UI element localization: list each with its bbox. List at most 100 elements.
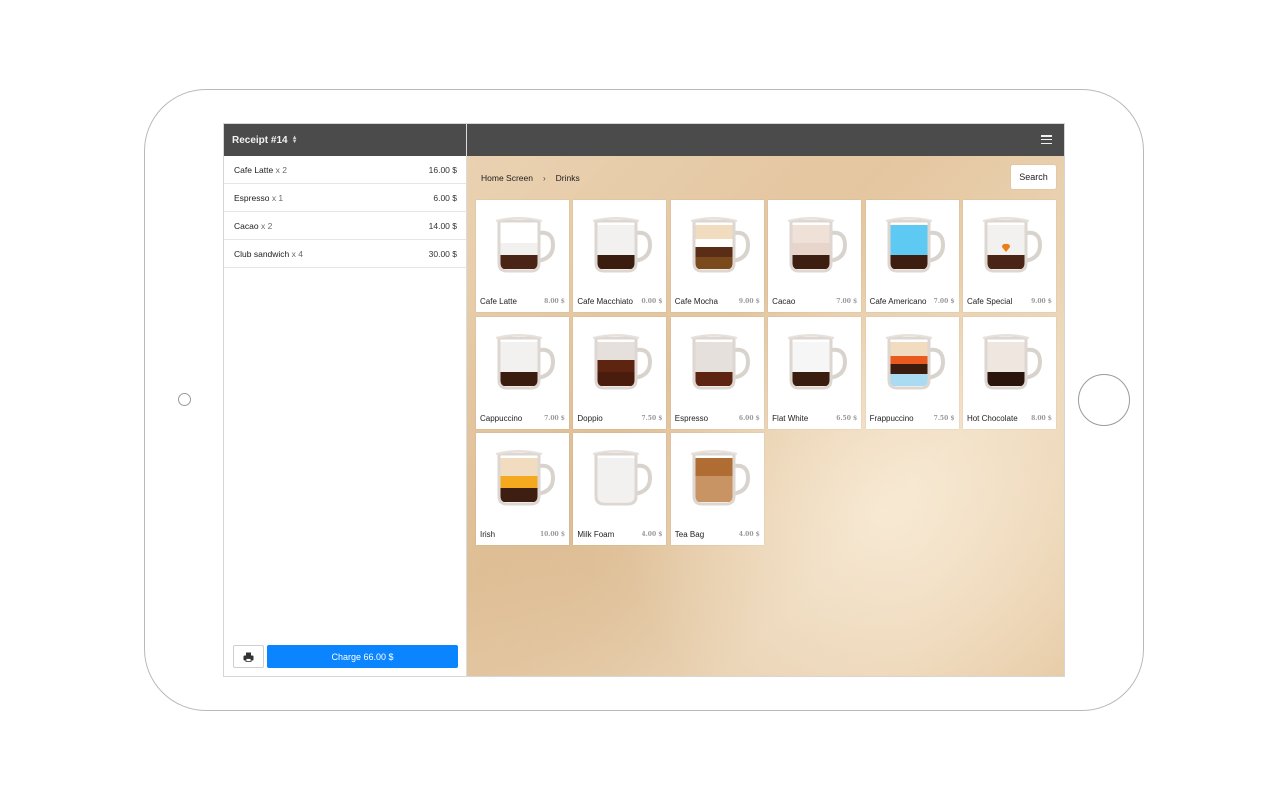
product-price: 6.50 $	[836, 414, 858, 422]
product-price: 4.00 $	[738, 531, 760, 538]
receipt-item-qty: x 2	[260, 220, 273, 231]
product-price: 8.00 $	[544, 298, 565, 305]
charge-button[interactable]: Charge 66.00 $	[267, 645, 458, 668]
product-name: Cafe Mocha	[674, 297, 718, 306]
receipt-title[interactable]: Receipt #14	[232, 135, 288, 146]
cup-icon	[690, 217, 750, 273]
receipt-item[interactable]: Espresso x 1 6.00 $	[224, 184, 466, 212]
product-tile[interactable]: Cappuccino 7.00 $	[476, 316, 569, 429]
pos-screen: Receipt #14 ▲ ▼ Cafe Latte x 2 16.00 $ Espr…	[223, 123, 1065, 677]
product-name: Hot Chocolate	[966, 413, 1018, 423]
camera-icon	[178, 393, 191, 406]
product-price: 7.50 $	[933, 414, 955, 422]
product-price: 8.00 $	[1031, 414, 1052, 422]
receipt-item-name: Cacao	[234, 220, 259, 231]
receipt-item-qty: x 1	[271, 192, 284, 203]
product-price: 7.00 $	[933, 298, 955, 305]
receipt-header[interactable]: Receipt #14 ▲ ▼	[224, 124, 466, 156]
product-tile[interactable]: Cafe Macchiato 0.00 $	[573, 200, 667, 312]
product-price: 4.00 $	[641, 531, 663, 538]
receipt-item-price: 30.00 $	[428, 248, 457, 259]
product-area: Home Screen › Drinks Search Cafe Latte 8.…	[467, 124, 1064, 676]
receipt-item-label: Cafe Latte x 2	[234, 165, 287, 175]
product-tile[interactable]: Cafe Americano 7.00 $	[865, 200, 959, 312]
cup-icon	[982, 333, 1042, 389]
cup-icon	[982, 217, 1042, 273]
cup-icon	[787, 333, 848, 389]
search-button[interactable]: Search	[1011, 165, 1056, 189]
product-price: 7.00 $	[836, 298, 858, 305]
receipt-item-price: 14.00 $	[428, 220, 457, 231]
product-name: Tea Bag	[674, 530, 705, 539]
cup-icon	[593, 217, 653, 273]
print-button[interactable]	[233, 645, 264, 668]
cup-icon	[495, 333, 556, 389]
cup-icon	[690, 450, 750, 506]
product-price: 6.00 $	[738, 414, 760, 422]
product-price: 9.00 $	[1031, 298, 1052, 305]
receipt-item-price: 6.00 $	[433, 192, 457, 203]
product-name: Flat White	[772, 413, 809, 423]
product-name: Cafe Americano	[869, 297, 927, 306]
product-tile[interactable]: Cafe Mocha 9.00 $	[670, 200, 764, 312]
cup-icon	[495, 217, 556, 273]
product-tile[interactable]: Tea Bag 4.00 $	[670, 433, 764, 545]
product-name: Cacao	[772, 297, 796, 306]
breadcrumb: Home Screen › Drinks	[481, 173, 580, 183]
product-tile[interactable]: Flat White 6.50 $	[768, 316, 862, 429]
product-tile[interactable]: Frappuccino 7.50 $	[865, 316, 959, 429]
receipt-item-label: Cacao x 2	[234, 221, 272, 231]
product-price: 10.00 $	[539, 531, 565, 538]
cup-icon	[593, 450, 653, 506]
product-name: Cappuccino	[480, 413, 523, 423]
breadcrumb-home[interactable]: Home Screen	[481, 173, 533, 183]
receipt-panel: Receipt #14 ▲ ▼ Cafe Latte x 2 16.00 $ Espr…	[224, 124, 467, 676]
receipt-item-label: Club sandwich x 4	[234, 249, 303, 259]
product-tile[interactable]: Cafe Special 9.00 $	[962, 200, 1056, 312]
receipt-item-qty: x 2	[275, 164, 287, 175]
receipt-item-qty: x 4	[291, 248, 303, 259]
receipt-item-name: Cafe Latte	[234, 164, 274, 175]
product-name: Cafe Special	[966, 297, 1013, 306]
receipt-items: Cafe Latte x 2 16.00 $ Espresso x 1 6.00 $ C…	[224, 156, 466, 268]
product-name: Frappuccino	[869, 413, 914, 423]
product-name: Doppio	[577, 413, 603, 423]
sort-icon[interactable]: ▲ ▼	[292, 135, 298, 145]
product-name: Cafe Macchiato	[577, 297, 633, 306]
cup-icon	[885, 333, 945, 389]
product-name: Espresso	[674, 413, 709, 423]
receipt-item[interactable]: Club sandwich x 4 30.00 $	[224, 240, 466, 268]
breadcrumb-current: Drinks	[555, 173, 580, 183]
cup-icon	[495, 450, 556, 506]
receipt-item-label: Espresso x 1	[234, 193, 283, 203]
cup-icon	[885, 217, 945, 273]
product-price: 0.00 $	[641, 298, 663, 305]
top-bar	[467, 124, 1064, 156]
product-price: 7.00 $	[544, 414, 565, 422]
product-name: Cafe Latte	[480, 297, 517, 306]
product-tile[interactable]: Cacao 7.00 $	[768, 200, 862, 312]
printer-icon	[243, 652, 254, 662]
product-price: 9.00 $	[738, 298, 760, 305]
receipt-footer: Charge 66.00 $	[233, 645, 458, 668]
receipt-item-price: 16.00 $	[428, 164, 457, 175]
product-name: Irish	[480, 530, 496, 539]
receipt-item[interactable]: Cacao x 2 14.00 $	[224, 212, 466, 240]
product-name: Milk Foam	[577, 530, 615, 539]
receipt-item-name: Espresso	[234, 192, 270, 203]
cup-icon	[593, 333, 653, 389]
cup-icon	[690, 333, 750, 389]
receipt-item-name: Club sandwich	[234, 248, 290, 259]
product-tile[interactable]: Milk Foam 4.00 $	[573, 433, 667, 545]
product-price: 7.50 $	[641, 414, 663, 422]
home-button[interactable]	[1078, 374, 1130, 426]
cup-icon	[787, 217, 848, 273]
product-tile[interactable]: Hot Chocolate 8.00 $	[962, 316, 1056, 429]
product-grid: Cafe Latte 8.00 $ Cafe Macchiato 0.00 $ Cafe…	[476, 200, 1056, 545]
product-tile[interactable]: Doppio 7.50 $	[573, 316, 667, 429]
hamburger-menu-icon[interactable]	[1041, 135, 1052, 144]
product-tile[interactable]: Irish 10.00 $	[476, 433, 569, 545]
product-tile[interactable]: Espresso 6.00 $	[670, 316, 764, 429]
receipt-item[interactable]: Cafe Latte x 2 16.00 $	[224, 156, 466, 184]
product-tile[interactable]: Cafe Latte 8.00 $	[476, 200, 569, 312]
